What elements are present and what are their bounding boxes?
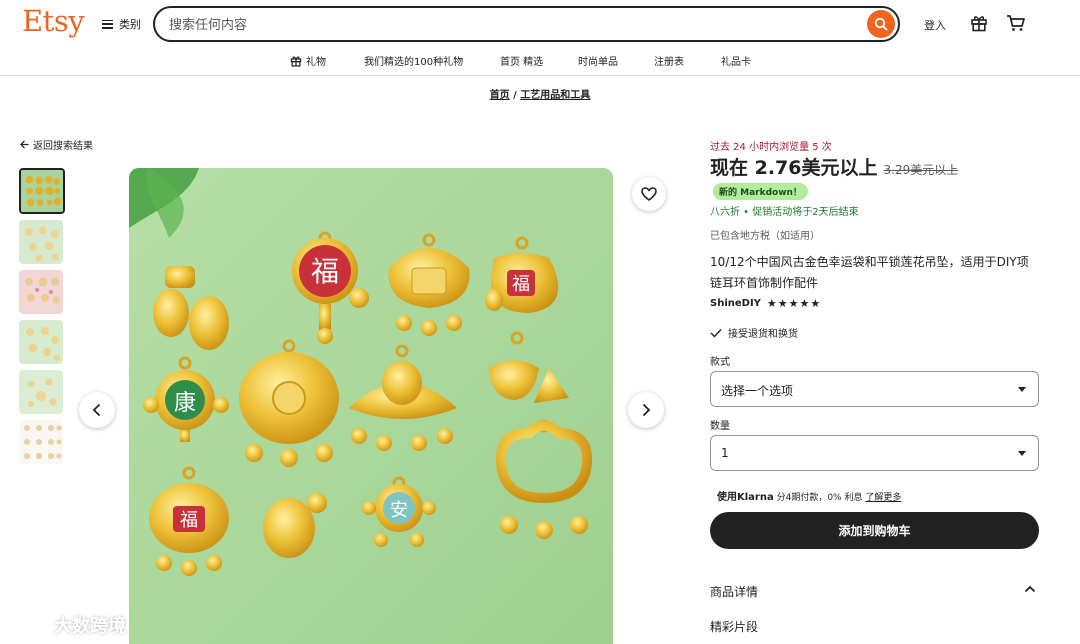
nav-item-home-picks[interactable]: 首页 精选 xyxy=(500,53,543,68)
original-price: 3.29美元以上 xyxy=(883,163,959,177)
back-to-results-link[interactable]: 返回搜索结果 xyxy=(20,137,93,152)
add-to-cart-button[interactable]: 添加到购物车 xyxy=(710,512,1039,549)
chevron-up-icon[interactable] xyxy=(1024,585,1036,593)
menu-icon xyxy=(102,19,113,29)
klarna-note: 使用Klarna 分4期付款，0% 利息 了解更多 xyxy=(717,488,901,503)
fu-character: 福 xyxy=(311,255,339,288)
style-select-value: 选择一个选项 xyxy=(721,384,794,398)
caret-down-icon xyxy=(1018,387,1026,392)
klarna-prefix: 使用 xyxy=(717,492,737,503)
categories-button[interactable]: 类别 xyxy=(102,16,141,32)
nav-item-label: 礼物 xyxy=(306,57,326,68)
klarna-learn-more-link[interactable]: 了解更多 xyxy=(865,493,901,503)
shop-name[interactable]: ShineDIY xyxy=(710,298,761,309)
checkmark-icon xyxy=(710,328,722,338)
breadcrumb: 首页 / 工艺用品和工具 xyxy=(0,86,1080,101)
arrow-left-icon xyxy=(20,140,29,149)
gift-icon xyxy=(290,55,302,67)
tax-note: 已包含地方税（如适用） xyxy=(710,231,820,242)
chevron-left-icon xyxy=(92,403,101,417)
nav-item-fashion[interactable]: 时尚单品 xyxy=(578,53,618,68)
price-row: 现在 2.76美元以上 3.29美元以上 xyxy=(710,153,958,180)
klarna-text: 分4期付款，0% 利息 xyxy=(773,493,863,503)
heart-icon xyxy=(641,187,657,201)
style-select[interactable]: 选择一个选项 xyxy=(710,371,1039,407)
signin-link[interactable]: 登入 xyxy=(924,17,946,33)
style-label: 款式 xyxy=(710,357,730,368)
shop-info: ShineDIY ★★★★★ xyxy=(710,297,821,310)
nav-item-gifts[interactable]: 礼物 xyxy=(290,53,326,68)
top-nav: 礼物 我们精选的100种礼物 首页 精选 时尚单品 注册表 礼品卡 xyxy=(0,48,1080,76)
thumbnail-3[interactable] xyxy=(19,270,63,314)
product-title: 10/12个中国风古金色幸运袋和平锁莲花吊坠，适用于DIY项链耳环首饰制作配件 xyxy=(710,255,1029,290)
thumbnail-2[interactable] xyxy=(19,220,63,264)
fu-character: 福 xyxy=(512,274,530,295)
cart-icon[interactable] xyxy=(1006,14,1026,32)
next-image-button[interactable] xyxy=(628,392,664,428)
thumbnail-6[interactable] xyxy=(19,420,63,464)
gift-icon[interactable] xyxy=(970,14,988,32)
returns-label: 接受退货和换货 xyxy=(728,329,798,340)
kang-character: 康 xyxy=(174,391,196,416)
breadcrumb-category[interactable]: 工艺用品和工具 xyxy=(520,90,590,101)
markdown-badge: 新的 Markdown！ xyxy=(713,183,808,200)
fu-character: 福 xyxy=(180,510,198,531)
returns-note: 接受退货和换货 xyxy=(710,325,798,340)
breadcrumb-home[interactable]: 首页 xyxy=(490,90,510,101)
nav-item-registry[interactable]: 注册表 xyxy=(654,53,684,68)
thumbnail-5[interactable] xyxy=(19,370,63,414)
rating-stars[interactable]: ★★★★★ xyxy=(767,297,821,310)
favorite-button[interactable] xyxy=(632,177,666,211)
quantity-select[interactable]: 1 xyxy=(710,435,1039,471)
discount-note: 八六折 • 促销活动将于2天后结束 xyxy=(710,207,859,218)
caret-down-icon xyxy=(1018,451,1026,456)
watermark-text: 大数跨境 xyxy=(54,616,126,637)
header: Etsy 类别 登入 xyxy=(0,0,1080,48)
prev-image-button[interactable] xyxy=(79,392,115,428)
thumbnail-4[interactable] xyxy=(19,320,63,364)
chevron-right-icon xyxy=(642,403,651,417)
current-price: 现在 2.76美元以上 xyxy=(710,157,878,179)
search-input[interactable] xyxy=(169,15,859,35)
search-bar xyxy=(153,6,900,42)
etsy-logo[interactable]: Etsy xyxy=(22,4,85,38)
views-note: 过去 24 小时内浏览量 5 次 xyxy=(710,142,832,153)
search-icon xyxy=(874,17,888,31)
thumbnail-list xyxy=(19,168,65,470)
breadcrumb-separator: / xyxy=(513,90,517,101)
thumbnail-1[interactable] xyxy=(19,168,65,214)
categories-label: 类别 xyxy=(119,18,141,31)
quantity-label: 数量 xyxy=(710,421,730,432)
an-character: 安 xyxy=(390,500,408,521)
nav-item-gift-cards[interactable]: 礼品卡 xyxy=(721,53,751,68)
watermark-logo-icon xyxy=(9,618,48,632)
watermark: 大数跨境 xyxy=(8,612,126,638)
item-details-header[interactable]: 商品详情 xyxy=(710,583,758,600)
quantity-select-value: 1 xyxy=(721,446,729,460)
product-main-image: 福 福 康 福 安 xyxy=(129,168,613,644)
highlights-header[interactable]: 精彩片段 xyxy=(710,618,758,635)
klarna-brand: Klarna xyxy=(737,492,774,503)
nav-item-top100[interactable]: 我们精选的100种礼物 xyxy=(364,53,463,68)
back-link-label: 返回搜索结果 xyxy=(33,141,93,152)
search-button[interactable] xyxy=(867,10,895,38)
